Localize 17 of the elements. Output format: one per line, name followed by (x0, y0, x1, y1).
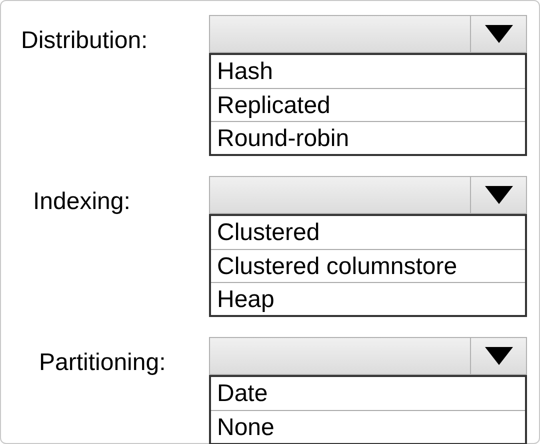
caret-icon (484, 346, 514, 366)
caret-icon (484, 185, 514, 205)
dropdown-option[interactable]: Clustered columnstore (211, 249, 525, 282)
dropdown-option[interactable]: Date (211, 377, 525, 410)
dropdown[interactable] (209, 15, 527, 53)
field-label: Indexing: (33, 188, 130, 215)
dropdown-option[interactable]: Round-robin (211, 121, 525, 154)
field-label: Distribution: (21, 27, 148, 54)
dropdown-option[interactable]: Replicated (211, 88, 525, 121)
dropdown-option[interactable]: Clustered (211, 216, 525, 249)
dropdown-option[interactable]: None (211, 410, 525, 443)
dropdown[interactable] (209, 337, 527, 375)
dropdown-option[interactable]: Hash (211, 55, 525, 88)
dropdown[interactable] (209, 176, 527, 214)
caret-icon (484, 24, 514, 44)
field-label: Partitioning: (39, 349, 166, 376)
dropdown-option[interactable]: Heap (211, 282, 525, 315)
